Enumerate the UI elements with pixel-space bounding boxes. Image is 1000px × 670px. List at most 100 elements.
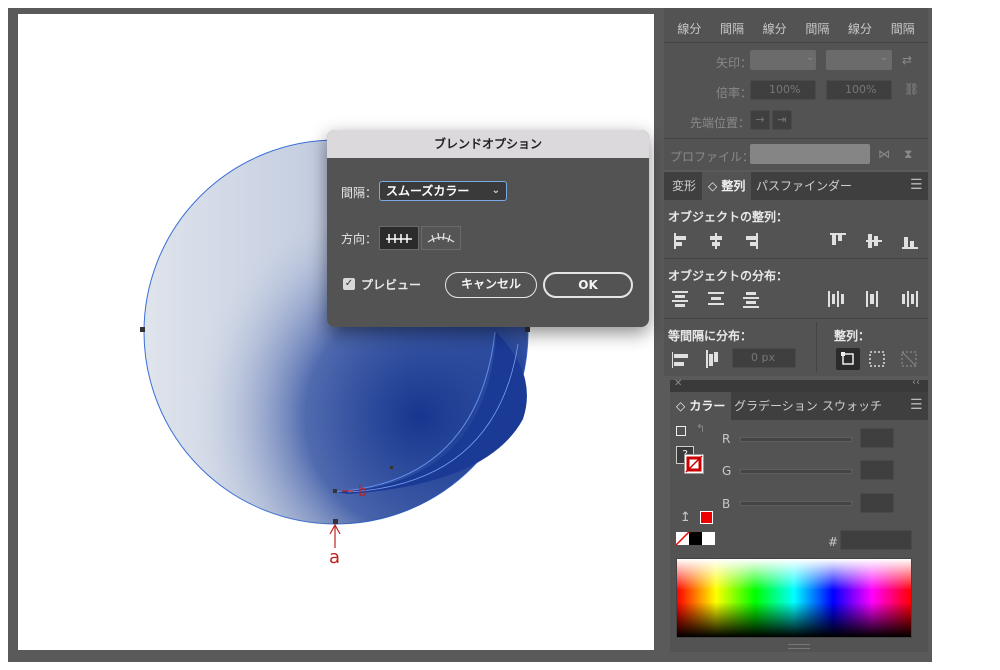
chevron-down-icon: ⌄ (857, 146, 866, 157)
key-object-icon (841, 352, 854, 365)
divider (816, 322, 817, 372)
gap-label: 間隔 (720, 22, 745, 36)
align-objects-label: オブジェクトの整列： (668, 210, 789, 224)
distribute-vcenter-icon (708, 292, 724, 294)
bbox-handle-left[interactable] (140, 327, 145, 332)
spacing-select[interactable]: スムーズカラー ⌄ (379, 181, 507, 201)
b-slider[interactable] (740, 501, 852, 506)
chevron-down-icon: ⌄ (880, 52, 889, 63)
distribute-objects-label: オブジェクトの分布： (668, 269, 789, 283)
r-input[interactable] (860, 428, 894, 448)
flip-vertical-icon[interactable]: ⧗ (904, 147, 912, 162)
close-icon[interactable]: ✕ (674, 378, 682, 389)
default-colors-icon[interactable] (676, 426, 686, 436)
anchor-point[interactable] (333, 489, 337, 493)
bbox-handle-right[interactable] (525, 327, 530, 332)
link-icon[interactable]: ⛓ (904, 82, 919, 96)
scale-label: 倍率： (716, 86, 753, 100)
panel-menu-icon[interactable]: ☰ (910, 397, 923, 413)
dash-label: 線分 (762, 22, 787, 36)
tab-transform[interactable]: 変形 (666, 172, 702, 200)
align-to-label: 整列： (834, 329, 871, 343)
b-input[interactable] (860, 493, 894, 513)
align-objects-buttons[interactable] (670, 230, 922, 252)
align-left-icon (674, 233, 676, 249)
color-spectrum[interactable] (676, 558, 912, 638)
distribute-spacing-label: 等間隔に分布： (668, 329, 753, 343)
flip-horizontal-icon[interactable]: ⋈ (878, 147, 890, 161)
arrow-tip-place-button[interactable]: ⇥ (772, 110, 792, 130)
dash-label: 線分 (677, 22, 702, 36)
g-label: G (722, 464, 732, 478)
profile-label: プロファイル： (670, 150, 755, 164)
spacing-value-input[interactable]: 0 px (732, 348, 796, 368)
distribute-spacing-buttons[interactable] (670, 348, 730, 370)
hex-input[interactable] (840, 530, 912, 550)
align-tabbar: 変形 ◇ 整列 パスファインダー ☰ (664, 172, 928, 200)
resize-grip-icon[interactable] (788, 644, 810, 649)
distribute-hcenter-icon (866, 291, 868, 307)
align-right-icon (756, 233, 758, 249)
color-panel: ✕ ‹‹ ◇ カラー グラデーション スウォッチ ☰ ↰ ? R G B ↥ # (670, 377, 928, 652)
align-bottom-icon (902, 247, 918, 249)
swap-arrows-icon[interactable]: ⇄ (902, 53, 912, 67)
bbox-handle-bottom[interactable] (333, 519, 338, 524)
distribute-objects-buttons[interactable] (670, 288, 922, 310)
r-label: R (722, 432, 731, 446)
anchor-point[interactable] (390, 466, 393, 469)
hex-label: # (828, 535, 839, 549)
spacing-label: 間隔： (341, 186, 378, 200)
b-label: B (722, 497, 731, 511)
align-to-selection-icon[interactable] (868, 350, 886, 368)
distribute-right-icon (902, 294, 905, 304)
end-scale-input[interactable]: 100% (826, 80, 892, 100)
annotation-b: b (358, 484, 367, 500)
none-black-white-swatches[interactable] (676, 532, 716, 546)
distribute-bottom-icon (746, 292, 756, 295)
white-swatch (702, 532, 715, 545)
vertical-spacing-icon (674, 354, 688, 358)
tab-color[interactable]: ◇ カラー (670, 392, 732, 420)
panel-header-strip: ✕ ‹‹ (670, 377, 928, 392)
distribute-top-icon (672, 291, 688, 293)
preview-checkbox[interactable]: ✓ (343, 278, 355, 290)
g-input[interactable] (860, 460, 894, 480)
divider (664, 138, 928, 139)
align-to-path-button[interactable] (421, 226, 461, 250)
stroke-panel: 線分 間隔 線分 間隔 線分 間隔 矢印： ⌄ ⌄ ⇄ 倍率： 100% 100… (664, 8, 928, 170)
ok-button[interactable]: OK (543, 272, 633, 298)
stroke-swatch[interactable] (684, 454, 704, 474)
tab-pathfinder[interactable]: パスファインダー (750, 172, 858, 200)
start-scale-input[interactable]: 100% (750, 80, 816, 100)
panel-menu-icon[interactable]: ☰ (910, 177, 923, 193)
r-slider[interactable] (740, 437, 852, 442)
collapse-icon[interactable]: ‹‹ (912, 377, 920, 388)
artboard[interactable]: a b (18, 14, 654, 650)
divider (664, 42, 928, 43)
annotation-a: a (329, 547, 340, 568)
profile-select[interactable] (750, 144, 870, 164)
arrow-tip-extend-button[interactable]: → (750, 110, 770, 130)
artwork[interactable]: a b (18, 14, 654, 650)
align-to-key-object-button[interactable] (836, 348, 860, 370)
g-slider[interactable] (740, 469, 852, 474)
blend-options-dialog: ブレンドオプション 間隔： スムーズカラー ⌄ 方向： ✓ プレビュー キャンセ… (327, 130, 649, 327)
arrow-align-label: 先端位置： (690, 116, 751, 130)
chevron-down-icon: ⌄ (806, 52, 815, 63)
cancel-button[interactable]: キャンセル (445, 272, 537, 298)
align-to-page-button[interactable] (379, 226, 419, 250)
distribute-left-icon (828, 291, 830, 307)
tab-gradient[interactable]: グラデーション (728, 392, 824, 420)
swap-colors-icon[interactable]: ↰ (696, 422, 705, 435)
gamut-color-swatch[interactable] (700, 511, 713, 524)
align-top-icon (830, 233, 846, 235)
tab-swatches[interactable]: スウォッチ (816, 392, 888, 420)
align-panel: 変形 ◇ 整列 パスファインダー ☰ オブジェクトの整列： オブジェクトの分布：… (664, 172, 928, 376)
color-tabbar: ◇ カラー グラデーション スウォッチ ☰ (670, 392, 928, 420)
out-of-gamut-icon[interactable]: ↥ (680, 510, 691, 525)
black-swatch (689, 532, 702, 545)
align-to-artboard-icon[interactable] (900, 350, 918, 368)
tab-align[interactable]: ◇ 整列 (702, 172, 752, 200)
align-to-page-icon (386, 234, 412, 243)
dash-label: 線分 (848, 22, 873, 36)
